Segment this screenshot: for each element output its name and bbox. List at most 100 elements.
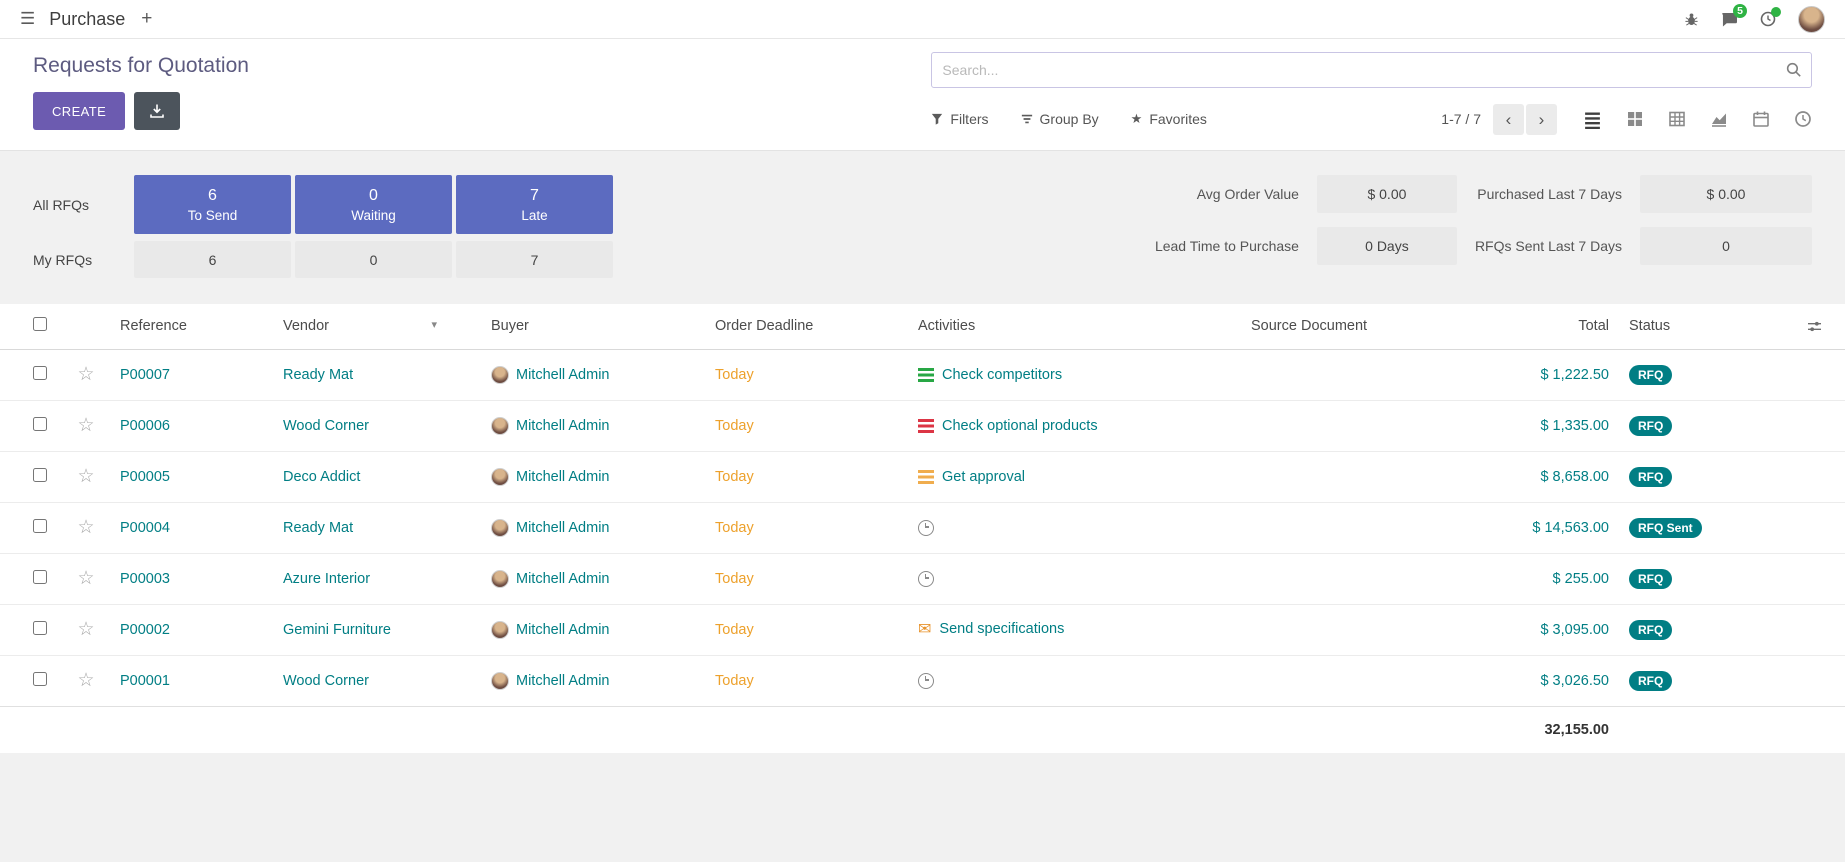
- activity-clock-icon[interactable]: [918, 520, 934, 536]
- filters-button[interactable]: Filters: [931, 111, 988, 127]
- activity-label[interactable]: Check optional products: [942, 418, 1098, 434]
- col-header-activities[interactable]: Activities: [908, 304, 1241, 349]
- my-kpi-late[interactable]: 7: [456, 241, 613, 278]
- search-icon[interactable]: [1785, 61, 1802, 78]
- reference-link[interactable]: P00003: [120, 571, 170, 587]
- col-header-buyer[interactable]: Buyer: [481, 304, 705, 349]
- calendar-view-icon[interactable]: [1752, 110, 1770, 128]
- vendor-link[interactable]: Wood Corner: [283, 418, 369, 434]
- table-row[interactable]: ☆ P00006 Wood Corner Mitchell Admin Toda…: [0, 400, 1845, 451]
- activity-label[interactable]: Get approval: [942, 469, 1025, 485]
- user-avatar[interactable]: [1798, 6, 1825, 33]
- export-button[interactable]: [134, 92, 180, 130]
- create-button[interactable]: CREATE: [33, 92, 125, 130]
- col-header-total[interactable]: Total: [1489, 304, 1619, 349]
- favorite-star-icon[interactable]: ☆: [77, 466, 94, 487]
- activity-tasks-icon[interactable]: [918, 419, 934, 433]
- activity-email-icon[interactable]: ✉: [918, 622, 931, 638]
- search-input[interactable]: [931, 52, 1812, 88]
- select-all-checkbox[interactable]: [33, 317, 47, 331]
- row-checkbox[interactable]: [33, 366, 47, 380]
- table-row[interactable]: ☆ P00004 Ready Mat Mitchell Admin Today …: [0, 502, 1845, 553]
- table-row[interactable]: ☆ P00001 Wood Corner Mitchell Admin Toda…: [0, 655, 1845, 706]
- group-by-button[interactable]: Group By: [1021, 111, 1099, 127]
- activity-clock-icon[interactable]: [918, 571, 934, 587]
- favorite-star-icon[interactable]: ☆: [77, 517, 94, 538]
- reference-link[interactable]: P00001: [120, 673, 170, 689]
- buyer-link[interactable]: Mitchell Admin: [516, 366, 609, 382]
- buyer-link[interactable]: Mitchell Admin: [516, 621, 609, 637]
- all-rfqs-label: All RFQs: [33, 197, 130, 213]
- buyer-link[interactable]: Mitchell Admin: [516, 672, 609, 688]
- buyer-link[interactable]: Mitchell Admin: [516, 519, 609, 535]
- vendor-link[interactable]: Ready Mat: [283, 367, 353, 383]
- reference-link[interactable]: P00006: [120, 418, 170, 434]
- my-kpi-to-send[interactable]: 6: [134, 241, 291, 278]
- app-window: ☰ Purchase + 5 Requests for Quotation CR…: [0, 0, 1845, 862]
- new-window-plus-icon[interactable]: +: [141, 8, 152, 30]
- debug-bug-icon[interactable]: [1684, 12, 1699, 27]
- favorite-star-icon[interactable]: ☆: [77, 670, 94, 691]
- graph-view-icon[interactable]: [1710, 110, 1728, 128]
- kpi-late[interactable]: 7 Late: [456, 175, 613, 234]
- app-name[interactable]: Purchase: [49, 9, 125, 30]
- col-header-status[interactable]: Status: [1619, 304, 1797, 349]
- vendor-link[interactable]: Ready Mat: [283, 520, 353, 536]
- vendor-link[interactable]: Azure Interior: [283, 571, 370, 587]
- kanban-view-icon[interactable]: [1626, 110, 1644, 128]
- stat-label: Lead Time to Purchase: [1155, 238, 1299, 254]
- list-view-icon[interactable]: [1583, 110, 1602, 129]
- kpi-waiting[interactable]: 0 Waiting: [295, 175, 452, 234]
- apps-menu-icon[interactable]: ☰: [20, 9, 35, 29]
- col-header-order-deadline[interactable]: Order Deadline: [705, 304, 908, 349]
- vendor-link[interactable]: Wood Corner: [283, 673, 369, 689]
- source-document-cell: [1241, 349, 1489, 400]
- favorites-button[interactable]: ★ Favorites: [1131, 111, 1207, 127]
- reference-link[interactable]: P00005: [120, 469, 170, 485]
- row-checkbox[interactable]: [33, 570, 47, 584]
- pager-previous-button[interactable]: ‹: [1493, 104, 1524, 135]
- activity-tasks-icon[interactable]: [918, 470, 934, 484]
- vendor-link[interactable]: Deco Addict: [283, 469, 360, 485]
- row-checkbox[interactable]: [33, 621, 47, 635]
- vendor-link[interactable]: Gemini Furniture: [283, 622, 391, 638]
- pager-next-button[interactable]: ›: [1526, 104, 1557, 135]
- status-badge: RFQ: [1629, 467, 1672, 487]
- favorite-star-icon[interactable]: ☆: [77, 415, 94, 436]
- activity-tasks-icon[interactable]: [918, 368, 934, 382]
- reference-link[interactable]: P00002: [120, 622, 170, 638]
- table-row[interactable]: ☆ P00005 Deco Addict Mitchell Admin Toda…: [0, 451, 1845, 502]
- col-header-reference[interactable]: Reference: [110, 304, 273, 349]
- favorite-star-icon[interactable]: ☆: [77, 364, 94, 385]
- table-row[interactable]: ☆ P00007 Ready Mat Mitchell Admin Today …: [0, 349, 1845, 400]
- row-checkbox[interactable]: [33, 417, 47, 431]
- my-kpi-waiting[interactable]: 0: [295, 241, 452, 278]
- favorite-star-icon[interactable]: ☆: [77, 619, 94, 640]
- buyer-avatar: [491, 519, 509, 537]
- col-header-source-document[interactable]: Source Document: [1241, 304, 1489, 349]
- buyer-link[interactable]: Mitchell Admin: [516, 570, 609, 586]
- reference-link[interactable]: P00007: [120, 367, 170, 383]
- buyer-avatar: [491, 366, 509, 384]
- row-checkbox[interactable]: [33, 468, 47, 482]
- activities-clock-icon[interactable]: [1760, 11, 1776, 27]
- buyer-link[interactable]: Mitchell Admin: [516, 417, 609, 433]
- kpi-to-send[interactable]: 6 To Send: [134, 175, 291, 234]
- col-header-vendor[interactable]: ▾ Vendor: [273, 304, 481, 349]
- optional-columns-icon[interactable]: [1807, 320, 1835, 333]
- activity-view-icon[interactable]: [1794, 110, 1812, 128]
- pivot-view-icon[interactable]: [1668, 110, 1686, 128]
- reference-link[interactable]: P00004: [120, 520, 170, 536]
- row-checkbox[interactable]: [33, 519, 47, 533]
- activity-label[interactable]: Send specifications: [939, 621, 1064, 637]
- table-row[interactable]: ☆ P00002 Gemini Furniture Mitchell Admin…: [0, 604, 1845, 655]
- table-body: ☆ P00007 Ready Mat Mitchell Admin Today …: [0, 349, 1845, 706]
- row-checkbox[interactable]: [33, 672, 47, 686]
- buyer-avatar: [491, 570, 509, 588]
- activity-clock-icon[interactable]: [918, 673, 934, 689]
- table-row[interactable]: ☆ P00003 Azure Interior Mitchell Admin T…: [0, 553, 1845, 604]
- favorite-star-icon[interactable]: ☆: [77, 568, 94, 589]
- messages-icon[interactable]: 5: [1721, 12, 1738, 27]
- buyer-link[interactable]: Mitchell Admin: [516, 468, 609, 484]
- activity-label[interactable]: Check competitors: [942, 367, 1062, 383]
